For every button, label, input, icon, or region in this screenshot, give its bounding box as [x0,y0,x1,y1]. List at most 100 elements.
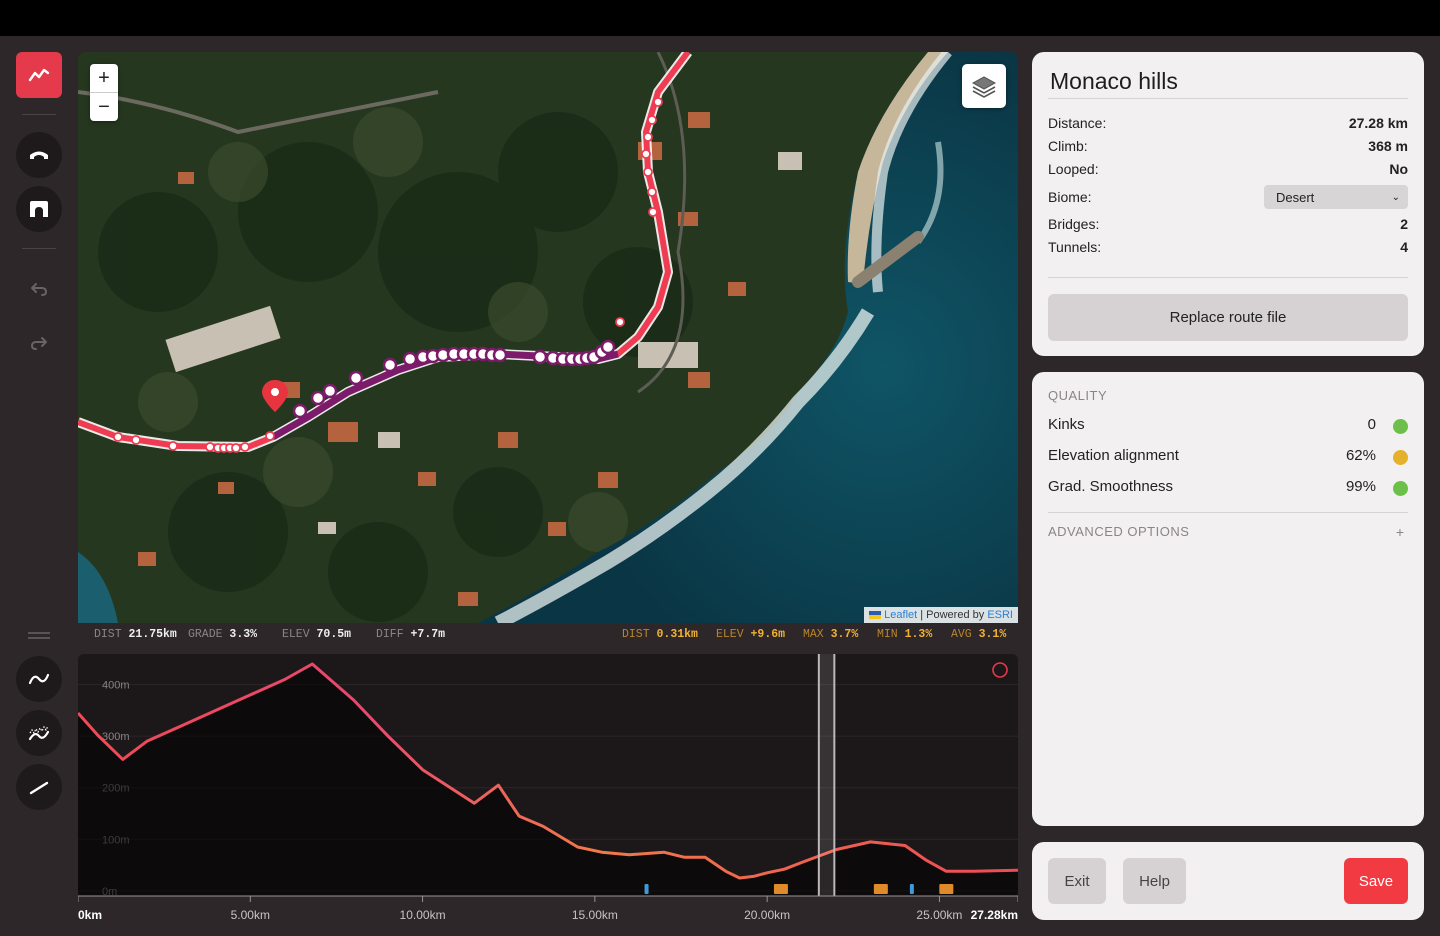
title-divider [1048,98,1408,99]
layers-icon [971,76,997,98]
route-waypoint[interactable] [240,442,250,452]
biome-select[interactable]: Desert ⌄ [1264,185,1408,209]
panel-divider [1048,277,1408,278]
chevron-down-icon: ⌄ [1391,191,1400,203]
map-attribution: Leaflet | Powered by ESRI [864,607,1018,623]
expand-plus-icon[interactable]: + [1396,524,1404,540]
zoom-in-button[interactable]: + [90,64,118,92]
route-waypoint[interactable] [113,432,123,442]
x-tick-label: 25.00km [916,908,962,922]
route-waypoint[interactable] [322,383,338,399]
status-dot-icon [1393,450,1408,465]
route-waypoint[interactable] [615,317,625,327]
route-waypoint[interactable] [647,187,657,197]
resize-handle-icon[interactable] [28,632,50,634]
structure-marker[interactable] [644,884,649,894]
exit-button[interactable]: Exit [1048,858,1106,904]
route-waypoint[interactable] [231,443,241,453]
route-line [78,52,691,450]
esri-link[interactable]: ESRI [987,609,1013,621]
route-waypoint[interactable] [647,115,657,125]
straight-line-tool-button[interactable] [16,764,62,810]
route-waypoint[interactable] [265,431,275,441]
bridge-icon [30,151,48,159]
route-waypoint[interactable] [168,441,178,451]
undo-icon [31,283,47,296]
route-waypoint[interactable] [643,132,653,142]
route-info-panel: Monaco hills Distance: 27.28 km Climb: 368… [1032,52,1424,356]
x-tick-label: 20.00km [744,908,790,922]
structure-marker[interactable] [873,884,888,894]
bridges-row: Bridges: 2 [1048,216,1408,232]
curve-icon [28,673,50,685]
route-waypoint[interactable] [205,442,215,452]
elevation-profile-chart[interactable]: 400m300m200m100m0m 0km5.00km10.00km15.00… [78,654,1018,936]
attribution-separator: | Powered by [917,609,988,621]
y-tick-label: 400m [102,680,130,692]
distance-row: Distance: 27.28 km [1048,115,1408,131]
route-waypoint[interactable] [402,351,418,367]
redo-icon [31,337,47,350]
route-overlay[interactable] [78,52,1018,623]
biome-row: Biome: Desert ⌄ [1048,185,1408,209]
toolbar-separator [22,114,56,115]
cursor-stat-dist: DIST 21.75km [94,628,177,641]
window-top-bar [0,0,1440,36]
route-waypoint[interactable] [310,390,326,406]
quality-heading: QUALITY [1048,388,1108,403]
tunnels-row: Tunnels: 4 [1048,239,1408,255]
looped-row: Looped: No [1048,161,1408,177]
route-waypoint[interactable] [641,149,651,159]
route-waypoint[interactable] [292,403,308,419]
advanced-options-toggle[interactable]: ADVANCED OPTIONS [1048,524,1189,539]
leaflet-link[interactable]: Leaflet [884,609,917,621]
selection-stat-min: MIN 1.3% [877,628,933,641]
bridge-tool-button[interactable] [16,132,62,178]
x-tick-label: 10.00km [400,908,446,922]
elevation-profile-tool-button[interactable] [16,52,62,98]
selection-band[interactable] [818,654,835,896]
structure-marker[interactable] [909,884,914,894]
selection-stat-dist: DIST 0.31km [622,628,698,641]
selection-stat-avg: AVG 3.1% [951,628,1007,641]
quality-item-elevation-alignment: Elevation alignment 62% [1048,445,1408,467]
route-outline [78,52,692,452]
structure-marker[interactable] [773,884,788,894]
route-waypoint[interactable] [643,167,653,177]
route-waypoint[interactable] [131,435,141,445]
location-pin-icon[interactable] [262,380,288,412]
route-waypoint[interactable] [492,347,508,363]
layers-button[interactable] [962,64,1006,108]
undo-button[interactable] [16,266,62,312]
quality-item-grad-smoothness: Grad. Smoothness 99% [1048,476,1408,498]
smooth-noise-tool-button[interactable] [16,710,62,756]
status-dot-icon [1393,481,1408,496]
resize-handle-icon[interactable] [28,637,50,639]
selection-stat-max: MAX 3.7% [803,628,859,641]
route-waypoint[interactable] [600,339,616,355]
route-waypoint[interactable] [648,207,658,217]
route-waypoints[interactable] [113,97,663,453]
replace-route-file-button[interactable]: Replace route file [1048,294,1408,341]
x-tick-label: 0km [78,908,102,922]
satellite-map[interactable]: + − Leaflet | Powered by ESRI [78,52,1018,623]
zoom-control: + − [90,64,118,121]
status-dot-icon [1393,419,1408,434]
structure-marker[interactable] [939,884,954,894]
x-tick-label: 27.28km [971,908,1018,922]
help-button[interactable]: Help [1123,858,1186,904]
save-button[interactable]: Save [1344,858,1408,904]
smooth-curve-tool-button[interactable] [16,656,62,702]
route-waypoint[interactable] [348,370,364,386]
route-waypoint[interactable] [382,357,398,373]
route-waypoint[interactable] [653,97,663,107]
quality-divider [1048,512,1408,513]
ukraine-flag-icon [869,611,882,620]
toolbar-separator [22,248,56,249]
tunnel-tool-button[interactable] [16,186,62,232]
route-waypoint[interactable] [532,349,548,365]
zoom-out-button[interactable]: − [90,92,118,121]
redo-button[interactable] [16,320,62,366]
quality-panel: QUALITY Kinks 0 Elevation alignment 62% Gr… [1032,372,1424,826]
quality-item-kinks: Kinks 0 [1048,414,1408,436]
